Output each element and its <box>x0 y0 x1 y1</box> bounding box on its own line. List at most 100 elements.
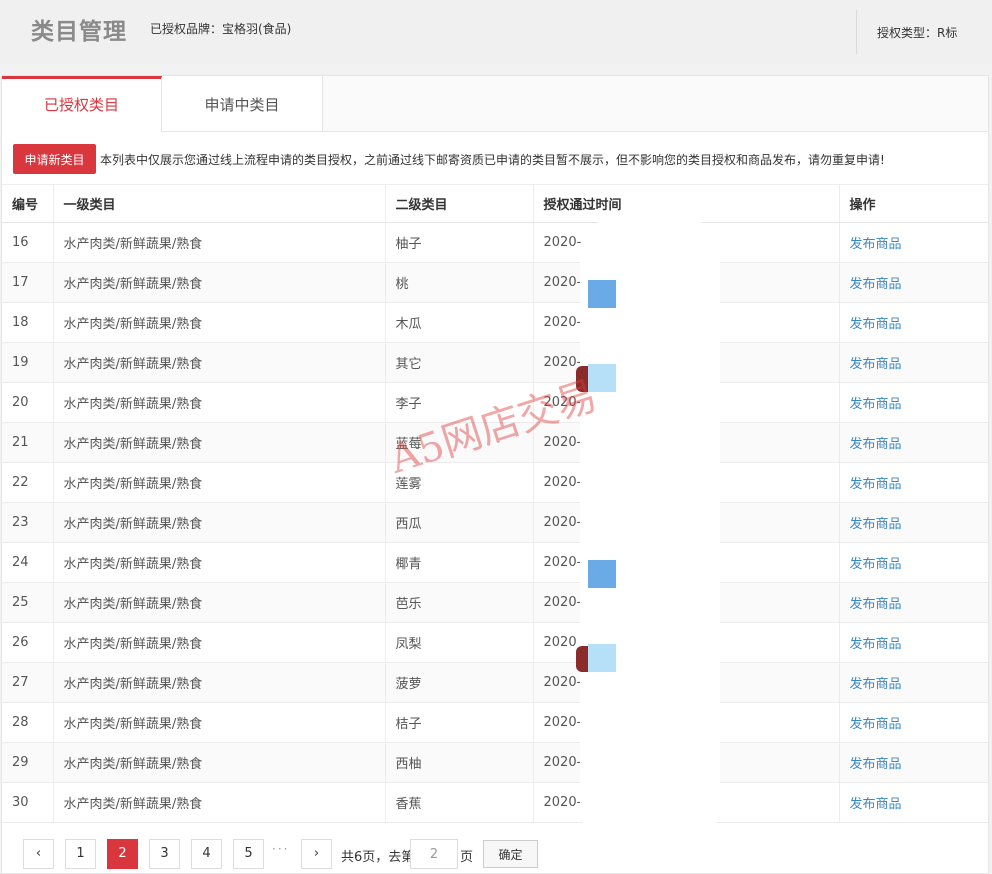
publish-product-link[interactable]: 发布商品 <box>850 317 902 332</box>
column-header-action: 操作 <box>839 184 988 223</box>
cell-action: 发布商品 <box>839 262 988 303</box>
column-header-auth-time: 授权通过时间 <box>533 184 840 223</box>
page-header: 类目管理 已授权品牌：宝格羽(食品) 授权类型：R标 <box>0 0 992 64</box>
table-row: 29 水产肉类/新鲜蔬果/熟食 西柚 2020- 发布商品 <box>2 742 988 783</box>
cell-id: 17 <box>2 262 54 303</box>
category-tabs: 已授权类目 申请中类目 <box>2 76 988 132</box>
cell-category2: 西瓜 <box>385 502 534 543</box>
column-header-category1: 一级类目 <box>53 184 386 223</box>
cell-category1: 水产肉类/新鲜蔬果/熟食 <box>53 622 386 663</box>
page-button-2-current[interactable]: 2 <box>107 839 138 869</box>
table-body: 16 水产肉类/新鲜蔬果/熟食 柚子 2020- 发布商品 17 水产肉类/新鲜蔬果/熟食桃… <box>2 222 988 823</box>
cell-id: 16 <box>2 222 54 263</box>
publish-product-link[interactable]: 发布商品 <box>850 757 902 772</box>
table-header-row: 编号 一级类目 二级类目 授权通过时间 操作 <box>2 184 988 223</box>
redaction-overlay <box>580 220 720 840</box>
cell-id: 26 <box>2 622 54 663</box>
cell-action: 发布商品 <box>839 622 988 663</box>
publish-product-link[interactable]: 发布商品 <box>850 597 902 612</box>
cell-id: 23 <box>2 502 54 543</box>
auth-type: 授权类型：R标 <box>877 26 958 40</box>
cell-id: 25 <box>2 582 54 623</box>
cell-id: 29 <box>2 742 54 783</box>
publish-product-link[interactable]: 发布商品 <box>850 237 902 252</box>
table-row: 24 水产肉类/新鲜蔬果/熟食 椰青 2020- 发布商品 <box>2 542 988 583</box>
cell-category1: 水产肉类/新鲜蔬果/熟食 <box>53 342 386 383</box>
authorized-brand: 已授权品牌：宝格羽(食品) <box>150 22 292 36</box>
table-row: 26 水产肉类/新鲜蔬果/熟食 凤梨 2020 发布商品 <box>2 622 988 663</box>
next-page-button[interactable]: › <box>301 839 332 869</box>
table-row: 22 水产肉类/新鲜蔬果/熟食 莲雾 2020- 发布商品 <box>2 462 988 503</box>
publish-product-link[interactable]: 发布商品 <box>850 397 902 412</box>
cell-category2: 桔子 <box>385 702 534 743</box>
cell-id: 21 <box>2 422 54 463</box>
cell-category2: 凤梨 <box>385 622 534 663</box>
tab-authorized-categories[interactable]: 已授权类目 <box>2 76 162 132</box>
publish-product-link[interactable]: 发布商品 <box>850 637 902 652</box>
cell-category2: 其它 <box>385 342 534 383</box>
publish-product-link[interactable]: 发布商品 <box>850 677 902 692</box>
publish-product-link[interactable]: 发布商品 <box>850 357 902 372</box>
cell-id: 27 <box>2 662 54 703</box>
category-panel: 已授权类目 申请中类目 申请新类目 本列表中仅展示您通过线上流程申请的类目授权，… <box>1 75 989 874</box>
cell-action: 发布商品 <box>839 782 988 823</box>
table-row: 25 水产肉类/新鲜蔬果/熟食 芭乐 2020- 发布商品 <box>2 582 988 623</box>
publish-product-link[interactable]: 发布商品 <box>850 277 902 292</box>
publish-product-link[interactable]: 发布商品 <box>850 437 902 452</box>
cell-category2: 西柚 <box>385 742 534 783</box>
cell-action: 发布商品 <box>839 382 988 423</box>
prev-page-button[interactable]: ‹ <box>23 839 54 869</box>
cell-category1: 水产肉类/新鲜蔬果/熟食 <box>53 382 386 423</box>
cell-action: 发布商品 <box>839 582 988 623</box>
page-button-1[interactable]: 1 <box>65 839 96 869</box>
cell-category1: 水产肉类/新鲜蔬果/熟食 <box>53 702 386 743</box>
cell-id: 20 <box>2 382 54 423</box>
cell-category2: 桃 <box>385 262 534 303</box>
redaction-block <box>576 366 588 392</box>
apply-new-category-button[interactable]: 申请新类目 <box>13 144 96 174</box>
table-row: 19 水产肉类/新鲜蔬果/熟食 其它 2020- 发布商品 <box>2 342 988 383</box>
cell-action: 发布商品 <box>839 462 988 503</box>
publish-product-link[interactable]: 发布商品 <box>850 717 902 732</box>
cell-category2: 芭乐 <box>385 582 534 623</box>
publish-product-link[interactable]: 发布商品 <box>850 557 902 572</box>
cell-id: 30 <box>2 782 54 823</box>
page-button-3[interactable]: 3 <box>149 839 180 869</box>
publish-product-link[interactable]: 发布商品 <box>850 797 902 812</box>
table-row: 16 水产肉类/新鲜蔬果/熟食 柚子 2020- 发布商品 <box>2 222 988 263</box>
cell-action: 发布商品 <box>839 542 988 583</box>
goto-confirm-button[interactable]: 确定 <box>483 840 538 868</box>
pagination-ellipsis: ··· <box>272 842 290 856</box>
cell-category2: 香蕉 <box>385 782 534 823</box>
cell-id: 18 <box>2 302 54 343</box>
cell-action: 发布商品 <box>839 502 988 543</box>
table-row: 18 水产肉类/新鲜蔬果/熟食 木瓜 2020-1 发布商品 <box>2 302 988 343</box>
page-suffix: 页 <box>460 850 474 865</box>
cell-id: 19 <box>2 342 54 383</box>
cell-category2: 莲雾 <box>385 462 534 503</box>
cell-category1: 水产肉类/新鲜蔬果/熟食 <box>53 462 386 503</box>
goto-page-input[interactable] <box>410 839 458 869</box>
publish-product-link[interactable]: 发布商品 <box>850 477 902 492</box>
pagination-total: 共6页，去第 <box>341 850 415 865</box>
column-header-category2: 二级类目 <box>385 184 534 223</box>
pagination: ‹ 1 2 3 4 5 ··· › 共6页，去第 页 确定 <box>0 820 992 874</box>
table-row: 30 水产肉类/新鲜蔬果/熟食 香蕉 2020-1 发布商品 <box>2 782 988 823</box>
page-button-5[interactable]: 5 <box>233 839 264 869</box>
cell-action: 发布商品 <box>839 702 988 743</box>
cell-category2: 李子 <box>385 382 534 423</box>
publish-product-link[interactable]: 发布商品 <box>850 517 902 532</box>
page-button-4[interactable]: 4 <box>191 839 222 869</box>
cell-category1: 水产肉类/新鲜蔬果/熟食 <box>53 502 386 543</box>
column-header-id: 编号 <box>2 184 54 223</box>
table-row: 23 水产肉类/新鲜蔬果/熟食 西瓜 2020- 发布商品 <box>2 502 988 543</box>
tab-pending-categories[interactable]: 申请中类目 <box>162 76 323 131</box>
cell-category1: 水产肉类/新鲜蔬果/熟食 <box>53 302 386 343</box>
cell-action: 发布商品 <box>839 222 988 263</box>
redaction-block <box>588 560 616 588</box>
cell-category1: 水产肉类/新鲜蔬果/熟食 <box>53 662 386 703</box>
notice-text: 本列表中仅展示您通过线上流程申请的类目授权，之前通过线下邮寄资质已申请的类目暂不… <box>100 153 885 167</box>
table-row: 27 水产肉类/新鲜蔬果/熟食 菠萝 2020- 发布商品 <box>2 662 988 703</box>
cell-category2: 蓝莓 <box>385 422 534 463</box>
redaction-block <box>588 364 616 392</box>
